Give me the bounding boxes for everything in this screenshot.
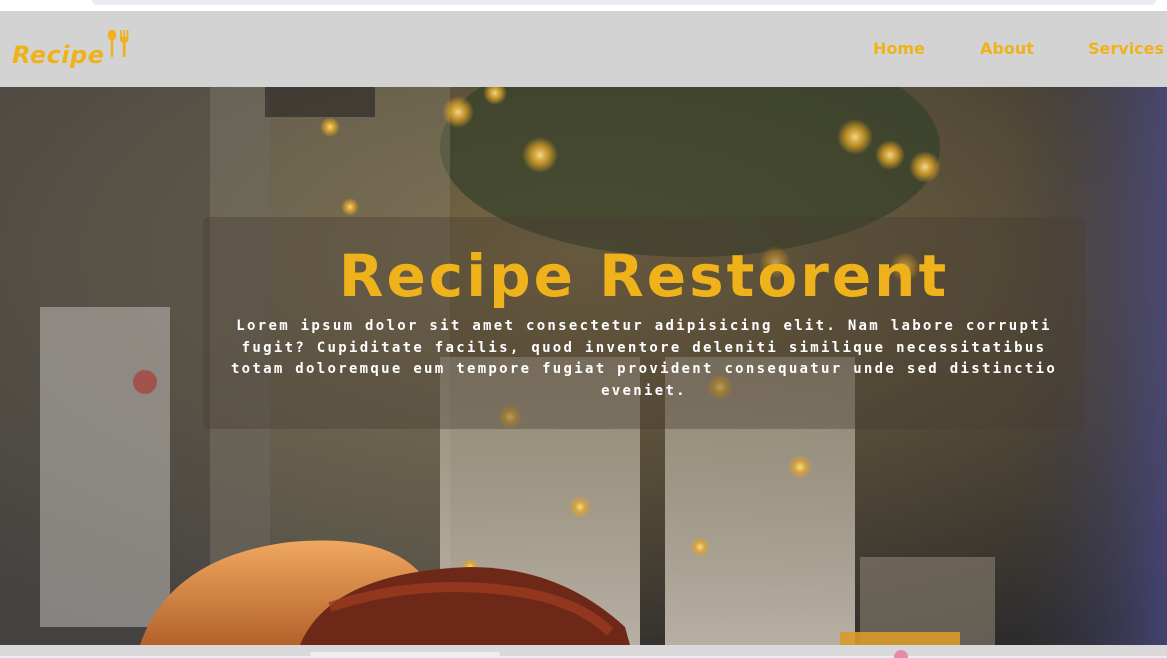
address-bar-edge [92,0,1156,5]
taskbar-indicator [894,650,908,658]
navbar: Recipe Home About Services [0,11,1167,87]
nav-link-about[interactable]: About [980,39,1034,58]
nav-link-home[interactable]: Home [873,39,925,58]
nav-link-services[interactable]: Services [1088,39,1164,58]
hero-section: Recipe Restorent Lorem ipsum dolor sit a… [0,87,1167,645]
browser-top-strip [0,0,1167,11]
hero-title: Recipe Restorent [338,242,950,310]
main-nav: Home About Services [0,11,1167,87]
scrollbar-track[interactable] [310,652,500,656]
browser-bottom-bar [0,645,1167,658]
hero-description: Lorem ipsum dolor sit amet consectetur a… [230,318,1058,399]
